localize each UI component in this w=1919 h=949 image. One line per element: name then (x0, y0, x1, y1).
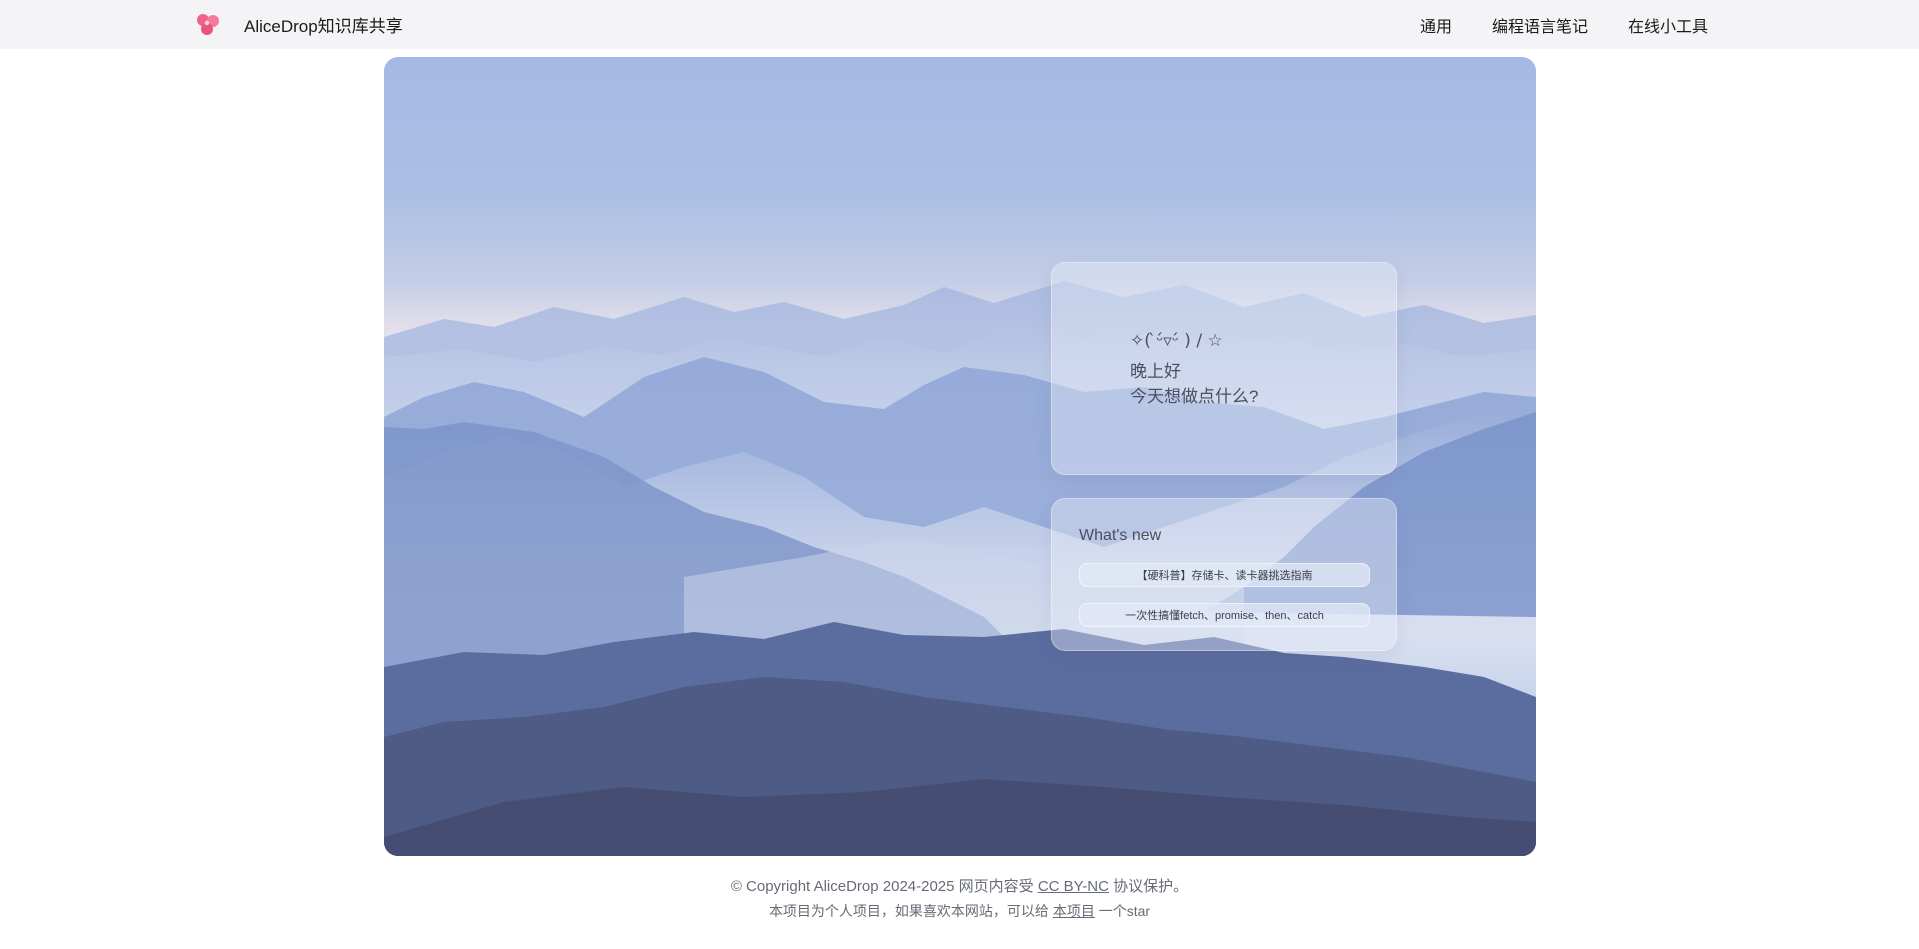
greeting-time: 晚上好 (1130, 362, 1181, 381)
hero-banner: ✧( ̀ᵕ́▿ᵕ́ ) / ☆ 晚上好 今天想做点什么? What's new … (384, 57, 1536, 856)
footer-star-row: 本项目为个人项目，如果喜欢本网站，可以给 本项目 一个star (0, 899, 1919, 924)
copyright-text: © Copyright AliceDrop 2024-2025 网页内容受 (730, 878, 1034, 895)
star-suffix: 一个star (1098, 903, 1151, 919)
footer-copyright-row: © Copyright AliceDrop 2024-2025 网页内容受 CC… (0, 874, 1919, 899)
footer: © Copyright AliceDrop 2024-2025 网页内容受 CC… (0, 874, 1919, 924)
whats-new-title: What's new (1079, 527, 1162, 544)
project-link[interactable]: 本项目 (1053, 903, 1095, 919)
copyright-suffix: 协议保护。 (1113, 878, 1189, 895)
greeting-kaomoji: ✧( ̀ᵕ́▿ᵕ́ ) / ☆ (1130, 331, 1223, 351)
nav-general[interactable]: 通用 (1420, 13, 1452, 37)
top-navbar: AliceDrop知识库共享 通用 编程语言笔记 在线小工具 (0, 0, 1919, 49)
petals-logo-icon (195, 12, 221, 37)
whats-new-card: What's new 【硬科普】存储卡、读卡器挑选指南 一次性搞懂fetch、p… (1051, 498, 1397, 651)
nav-online-tools[interactable]: 在线小工具 (1628, 13, 1708, 37)
whats-new-item-fetch-promise[interactable]: 一次性搞懂fetch、promise、then、catch (1079, 603, 1370, 627)
site-title: AliceDrop知识库共享 (244, 17, 403, 36)
main-nav: 通用 编程语言笔记 在线小工具 (1420, 0, 1708, 49)
star-text: 本项目为个人项目，如果喜欢本网站，可以给 (768, 903, 1049, 919)
greeting-question: 今天想做点什么? (1130, 387, 1259, 406)
brand-home-link[interactable]: AliceDrop知识库共享 (195, 12, 403, 37)
license-link[interactable]: CC BY-NC (1038, 878, 1109, 895)
whats-new-item-storage-card-guide[interactable]: 【硬科普】存储卡、读卡器挑选指南 (1079, 563, 1370, 587)
nav-programming-notes[interactable]: 编程语言笔记 (1492, 13, 1588, 37)
greeting-card: ✧( ̀ᵕ́▿ᵕ́ ) / ☆ 晚上好 今天想做点什么? (1051, 262, 1397, 475)
